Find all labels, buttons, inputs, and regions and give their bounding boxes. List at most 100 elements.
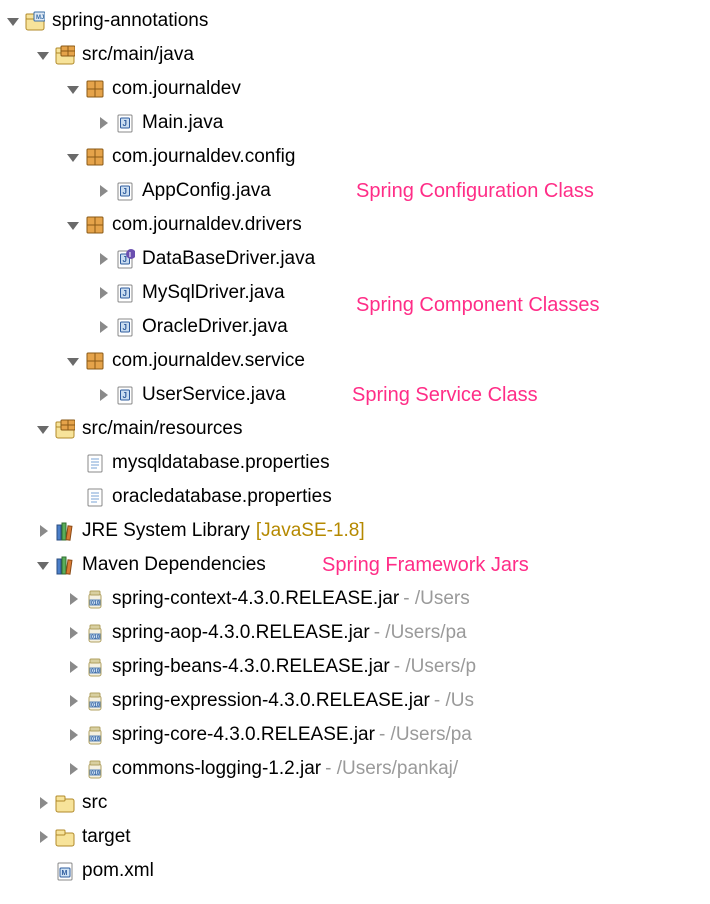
jar-label: commons-logging-1.2.jar [112,758,321,780]
jar-path: - /Us [434,690,474,712]
chevron-down-icon[interactable] [64,80,82,98]
file-label: OracleDriver.java [142,316,288,338]
package-icon [84,146,106,168]
package-icon [84,214,106,236]
tree-item-jar[interactable]: spring-context-4.3.0.RELEASE.jar - /User… [4,582,710,616]
chevron-down-icon[interactable] [64,216,82,234]
java-file-icon [114,112,136,134]
package-label: com.journaldev.drivers [112,214,302,236]
package-icon [84,350,106,372]
chevron-right-icon[interactable] [94,318,112,336]
java-file-icon [114,180,136,202]
tree-item-project[interactable]: spring-annotations [4,4,710,38]
jar-icon [84,656,106,678]
tree-item-package[interactable]: com.journaldev [4,72,710,106]
tree-item-src-folder[interactable]: src [4,786,710,820]
chevron-right-icon[interactable] [94,386,112,404]
library-suffix: [JavaSE-1.8] [256,520,365,542]
jar-icon [84,724,106,746]
annotation-jars: Spring Framework Jars [322,554,529,577]
java-file-icon [114,384,136,406]
tree-item-jar[interactable]: spring-expression-4.3.0.RELEASE.jar - /U… [4,684,710,718]
source-folder-icon [54,418,76,440]
folder-icon [54,792,76,814]
tree-item-properties-file[interactable]: mysqldatabase.properties [4,446,710,480]
java-file-icon [114,282,136,304]
folder-label: src [82,792,107,814]
tree-item-package[interactable]: com.journaldev.service [4,344,710,378]
source-folder-icon [54,44,76,66]
jar-path: - /Users/pa [379,724,472,746]
jar-icon [84,588,106,610]
chevron-right-icon[interactable] [94,250,112,268]
library-label: JRE System Library [82,520,250,542]
chevron-right-icon[interactable] [64,658,82,676]
tree-item-package[interactable]: com.journaldev.drivers [4,208,710,242]
chevron-right-icon[interactable] [94,284,112,302]
file-label: mysqldatabase.properties [112,452,330,474]
jar-icon [84,758,106,780]
jar-path: - /Users [403,588,470,610]
chevron-down-icon[interactable] [64,148,82,166]
jar-label: spring-expression-4.3.0.RELEASE.jar [112,690,430,712]
file-label: AppConfig.java [142,180,271,202]
tree-item-properties-file[interactable]: oracledatabase.properties [4,480,710,514]
file-label: DataBaseDriver.java [142,248,315,270]
project-icon [24,10,46,32]
folder-label: src/main/resources [82,418,243,440]
file-icon [84,452,106,474]
chevron-down-icon[interactable] [64,352,82,370]
tree-item-java-file[interactable]: MySqlDriver.java Spring Component Classe… [4,276,710,310]
library-icon [54,554,76,576]
chevron-right-icon[interactable] [34,794,52,812]
chevron-right-icon[interactable] [64,624,82,642]
jar-icon [84,622,106,644]
tree-item-jar[interactable]: spring-aop-4.3.0.RELEASE.jar - /Users/pa [4,616,710,650]
tree-item-maven-dependencies[interactable]: Maven Dependencies Spring Framework Jars [4,548,710,582]
tree-item-jar[interactable]: spring-core-4.3.0.RELEASE.jar - /Users/p… [4,718,710,752]
tree-item-java-file[interactable]: AppConfig.java Spring Configuration Clas… [4,174,710,208]
jar-path: - /Users/pankaj/ [325,758,458,780]
tree-item-src-main-resources[interactable]: src/main/resources [4,412,710,446]
tree-item-jar[interactable]: spring-beans-4.3.0.RELEASE.jar - /Users/… [4,650,710,684]
tree-item-jar[interactable]: commons-logging-1.2.jar - /Users/pankaj/ [4,752,710,786]
tree-item-java-file[interactable]: UserService.java Spring Service Class [4,378,710,412]
tree-item-src-main-java[interactable]: src/main/java [4,38,710,72]
tree-item-java-file[interactable]: DataBaseDriver.java [4,242,710,276]
package-label: com.journaldev [112,78,241,100]
file-label: pom.xml [82,860,154,882]
folder-label: target [82,826,131,848]
tree-item-package[interactable]: com.journaldev.config [4,140,710,174]
folder-label: src/main/java [82,44,194,66]
package-icon [84,78,106,100]
file-label: oracledatabase.properties [112,486,332,508]
chevron-right-icon[interactable] [64,590,82,608]
chevron-right-icon[interactable] [94,114,112,132]
chevron-right-icon[interactable] [64,760,82,778]
tree-item-target-folder[interactable]: target [4,820,710,854]
jar-path: - /Users/p [394,656,476,678]
chevron-right-icon[interactable] [34,828,52,846]
chevron-right-icon[interactable] [34,522,52,540]
chevron-down-icon[interactable] [34,556,52,574]
tree-item-pom-file[interactable]: pom.xml [4,854,710,888]
tree-item-java-file[interactable]: OracleDriver.java [4,310,710,344]
file-label: MySqlDriver.java [142,282,285,304]
chevron-right-icon[interactable] [94,182,112,200]
chevron-down-icon[interactable] [4,12,22,30]
jar-label: spring-beans-4.3.0.RELEASE.jar [112,656,390,678]
tree-item-jre-library[interactable]: JRE System Library [JavaSE-1.8] [4,514,710,548]
package-label: com.journaldev.config [112,146,295,168]
file-icon [84,486,106,508]
jar-label: spring-context-4.3.0.RELEASE.jar [112,588,399,610]
jar-label: spring-aop-4.3.0.RELEASE.jar [112,622,370,644]
java-file-icon [114,316,136,338]
tree-item-java-file[interactable]: Main.java [4,106,710,140]
chevron-right-icon[interactable] [64,692,82,710]
chevron-right-icon[interactable] [64,726,82,744]
file-label: UserService.java [142,384,286,406]
chevron-down-icon[interactable] [34,46,52,64]
chevron-down-icon[interactable] [34,420,52,438]
folder-icon [54,826,76,848]
jar-label: spring-core-4.3.0.RELEASE.jar [112,724,375,746]
